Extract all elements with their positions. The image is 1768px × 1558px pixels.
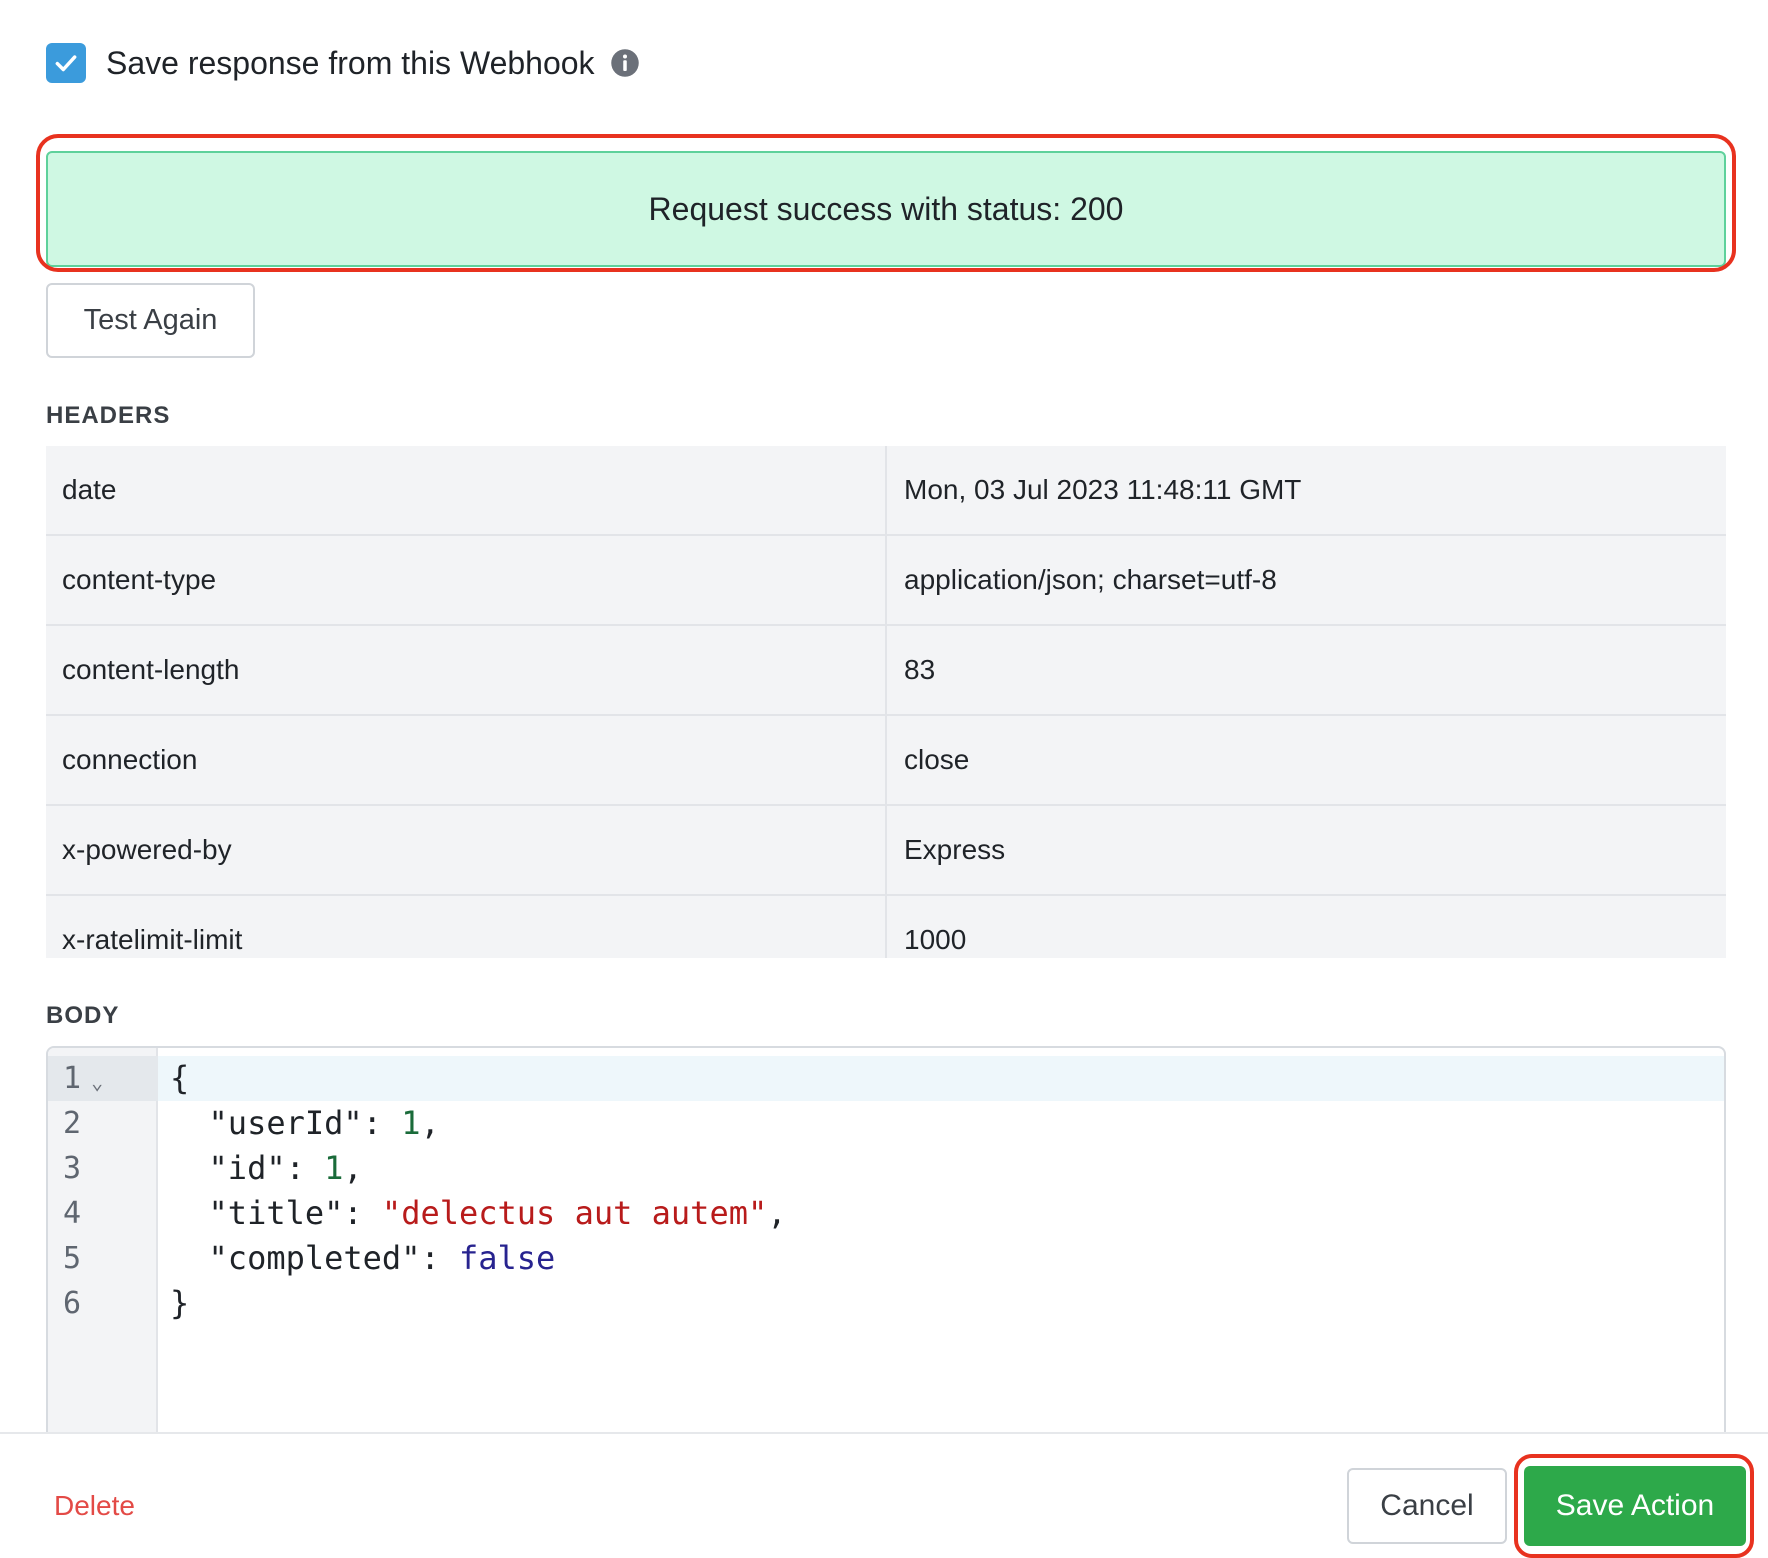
json-key: "title" (208, 1194, 344, 1232)
line-number: 1 ⌄ (63, 1056, 103, 1101)
header-value: application/json; charset=utf-8 (904, 564, 1277, 595)
line-number: 3 (63, 1151, 82, 1186)
header-key: x-powered-by (46, 806, 887, 894)
code-line: "id": 1, (208, 1149, 363, 1187)
status-highlight-outline (36, 134, 1736, 272)
table-row: x-powered-by Express (46, 806, 1726, 896)
save-response-row: Save response from this Webhook (46, 40, 641, 86)
json-key: "id" (208, 1149, 286, 1187)
header-key: content-length (46, 626, 887, 714)
webhook-action-panel: Save response from this Webhook Request … (0, 0, 1768, 1558)
line-numbers: 1 ⌄ 2 3 4 5 6 (63, 1056, 103, 1326)
line-number: 6 (63, 1286, 82, 1321)
header-value: Express (904, 834, 1006, 865)
header-value: Mon, 03 Jul 2023 11:48:11 GMT (904, 474, 1302, 505)
code-line: "title": "delectus aut autem", (208, 1194, 787, 1232)
table-row: content-length 83 (46, 626, 1726, 716)
header-value: close (904, 744, 970, 775)
code-line: "completed": false (208, 1239, 556, 1277)
header-key: connection (46, 716, 887, 804)
code-line: "userId": 1, (208, 1104, 440, 1142)
line-number: 2 (63, 1106, 82, 1141)
save-response-checkbox[interactable] (46, 43, 86, 83)
chevron-down-icon[interactable]: ⌄ (91, 1060, 103, 1105)
code-content[interactable]: { "userId": 1, "id": 1, "title": "delect… (170, 1056, 787, 1326)
header-key: date (46, 446, 887, 534)
json-number: 1 (324, 1149, 344, 1187)
cancel-button[interactable]: Cancel (1347, 1468, 1507, 1544)
test-again-button[interactable]: Test Again (46, 283, 255, 358)
header-key: content-type (46, 536, 887, 624)
line-number: 4 (63, 1196, 82, 1231)
table-row: content-type application/json; charset=u… (46, 536, 1726, 626)
table-row: x-ratelimit-limit 1000 (46, 896, 1726, 958)
header-key: x-ratelimit-limit (46, 896, 887, 958)
delete-button[interactable]: Delete (54, 1490, 135, 1522)
headers-heading: HEADERS (46, 402, 171, 429)
table-row: connection close (46, 716, 1726, 806)
code-line: } (170, 1284, 190, 1322)
header-value: 83 (904, 654, 936, 685)
response-body-editor[interactable]: 1 ⌄ 2 3 4 5 6 { "userId": 1, "id": 1, "t… (46, 1046, 1726, 1436)
line-number: 5 (63, 1241, 82, 1276)
json-boolean: false (458, 1239, 556, 1277)
json-number: 1 (401, 1104, 421, 1142)
save-action-button[interactable]: Save Action (1524, 1466, 1746, 1546)
json-key: "userId" (208, 1104, 363, 1142)
save-response-label: Save response from this Webhook (106, 44, 595, 81)
header-value: 1000 (904, 924, 967, 955)
action-footer: Delete Cancel Save Action (0, 1432, 1768, 1558)
headers-table[interactable]: date Mon, 03 Jul 2023 11:48:11 GMT conte… (46, 446, 1726, 958)
json-key: "completed" (208, 1239, 421, 1277)
json-string: "delectus aut autem" (381, 1194, 768, 1232)
code-line: { (170, 1059, 190, 1097)
checkmark-icon (55, 55, 77, 72)
info-icon[interactable] (609, 47, 641, 79)
table-row: date Mon, 03 Jul 2023 11:48:11 GMT (46, 446, 1726, 536)
body-heading: BODY (46, 1002, 120, 1029)
